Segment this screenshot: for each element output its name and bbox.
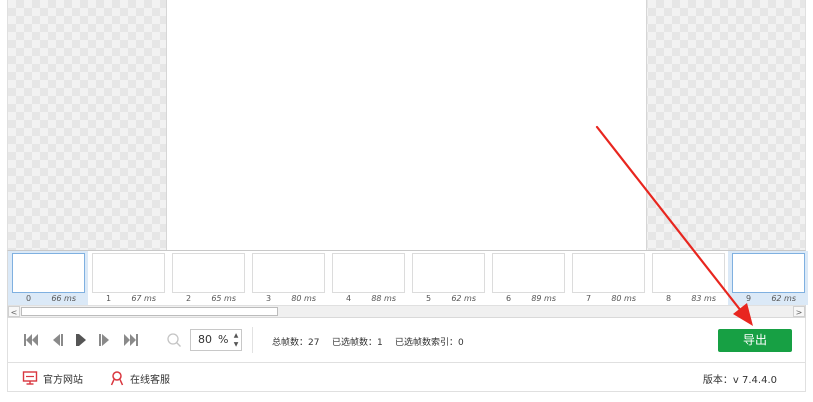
divider <box>252 327 253 353</box>
support-person-icon <box>110 371 124 386</box>
monitor-icon <box>22 371 38 385</box>
total-frames-label: 总帧数：27 <box>272 338 320 348</box>
frame-thumbnail[interactable] <box>332 253 405 293</box>
zoom-up-arrow[interactable]: ▲ <box>231 331 241 340</box>
frame-cell[interactable]: 9 62 ms <box>728 251 808 305</box>
playback-controls: 80 % ▲ ▼ 总帧数：27 已选帧数：1 已选帧数索引：0 导出 <box>7 318 806 362</box>
zoom-icon[interactable] <box>166 332 182 348</box>
frame-duration: 62 ms <box>771 294 796 303</box>
frame-index: 6 <box>506 294 512 303</box>
frame-thumbnail[interactable] <box>92 253 165 293</box>
play-icon[interactable] <box>72 332 90 348</box>
canvas-area <box>7 0 806 250</box>
frame-cell[interactable]: 2 65 ms <box>168 251 248 305</box>
zoom-value[interactable]: 80 <box>198 333 212 346</box>
version-label: 版本：v 7.4.4.0 <box>702 375 777 386</box>
online-support-link[interactable]: 在线客服 <box>109 370 170 386</box>
frame-thumbnail[interactable] <box>172 253 245 293</box>
skip-to-last-icon[interactable] <box>122 332 140 348</box>
frame-index: 5 <box>426 294 432 303</box>
frame-cell[interactable]: 8 83 ms <box>648 251 728 305</box>
frame-duration: 66 ms <box>51 294 76 303</box>
frame-duration: 80 ms <box>611 294 636 303</box>
export-button[interactable]: 导出 <box>718 329 792 352</box>
frame-index: 8 <box>666 294 672 303</box>
canvas-preview <box>166 0 647 250</box>
skip-to-first-icon[interactable] <box>22 332 40 348</box>
frame-duration: 80 ms <box>291 294 316 303</box>
frame-duration: 83 ms <box>691 294 716 303</box>
frame-index: 3 <box>266 294 272 303</box>
frame-index: 9 <box>746 294 752 303</box>
frame-timeline: 0 66 ms 1 67 ms 2 65 ms 3 80 ms 4 88 ms 5 62 ms 6 89 … <box>7 250 808 318</box>
frame-cell[interactable]: 5 62 ms <box>408 251 488 305</box>
frame-index: 1 <box>106 294 112 303</box>
frame-duration: 88 ms <box>371 294 396 303</box>
selected-frames-label: 已选帧数：1 <box>332 338 383 348</box>
zoom-down-arrow[interactable]: ▼ <box>231 340 241 349</box>
scroll-left-button[interactable]: < <box>8 306 20 317</box>
frame-cell[interactable]: 3 80 ms <box>248 251 328 305</box>
frame-duration: 62 ms <box>451 294 476 303</box>
previous-frame-icon[interactable] <box>48 332 66 348</box>
frame-index: 4 <box>346 294 352 303</box>
next-frame-icon[interactable] <box>96 332 114 348</box>
frame-index: 2 <box>186 294 192 303</box>
frame-thumbnail[interactable] <box>572 253 645 293</box>
footer-bar: 官方网站 在线客服 版本：v 7.4.4.0 <box>7 362 806 392</box>
frame-thumbnail[interactable] <box>12 253 85 293</box>
scroll-thumb[interactable] <box>21 307 278 316</box>
online-support-label[interactable]: 在线客服 <box>130 371 170 386</box>
official-website-link[interactable]: 官方网站 <box>22 370 83 386</box>
frame-cell[interactable]: 6 89 ms <box>488 251 568 305</box>
frame-cell[interactable]: 4 88 ms <box>328 251 408 305</box>
frame-thumbnail[interactable] <box>412 253 485 293</box>
frame-cell[interactable]: 0 66 ms <box>8 251 88 305</box>
frame-index: 7 <box>586 294 592 303</box>
frame-thumbnail[interactable] <box>252 253 325 293</box>
selected-index-label: 已选帧数索引：0 <box>395 338 464 348</box>
frame-index: 0 <box>26 294 32 303</box>
timeline-scrollbar[interactable]: < > <box>8 305 805 317</box>
frame-duration: 67 ms <box>131 294 156 303</box>
zoom-unit: % <box>218 333 229 346</box>
frame-cell[interactable]: 7 80 ms <box>568 251 648 305</box>
zoom-stepper[interactable]: 80 % ▲ ▼ <box>190 329 242 351</box>
app-window: 0 66 ms 1 67 ms 2 65 ms 3 80 ms 4 88 ms 5 62 ms 6 89 … <box>0 0 813 402</box>
frame-duration: 89 ms <box>531 294 556 303</box>
frame-thumbnail[interactable] <box>732 253 805 293</box>
official-website-label[interactable]: 官方网站 <box>43 371 83 386</box>
frame-thumbnail[interactable] <box>652 253 725 293</box>
frame-duration: 65 ms <box>211 294 236 303</box>
scroll-right-button[interactable]: > <box>793 306 805 317</box>
frame-thumbnail[interactable] <box>492 253 565 293</box>
frame-cell[interactable]: 1 67 ms <box>88 251 168 305</box>
